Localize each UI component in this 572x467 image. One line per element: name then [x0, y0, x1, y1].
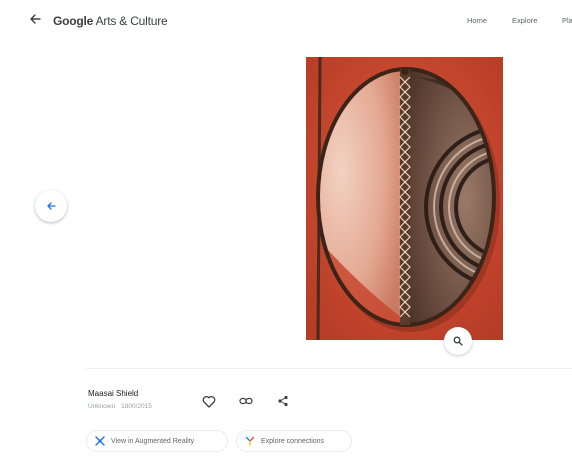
heart-icon: [202, 395, 216, 408]
artwork-meta: Unknown 1800/2015: [88, 403, 152, 410]
brand-google: Google: [53, 14, 94, 28]
explore-connections-label: Explore connections: [261, 437, 325, 445]
maasai-shield-picture: [306, 57, 503, 340]
view-in-ar-label: View in Augmented Reality: [111, 437, 195, 445]
favorite-button[interactable]: [200, 392, 218, 410]
zoom-icon: [453, 336, 463, 346]
copy-link-button[interactable]: [237, 392, 255, 410]
back-arrow-icon: [30, 14, 41, 24]
nav-home[interactable]: Home: [467, 16, 487, 25]
brand-arts-culture: Arts & Culture: [93, 14, 168, 28]
explore-connections-chip[interactable]: Explore connections: [236, 430, 352, 452]
view-in-ar-chip[interactable]: View in Augmented Reality: [86, 430, 228, 452]
artwork-image[interactable]: [306, 57, 503, 340]
nav-explore[interactable]: Explore: [512, 16, 537, 25]
back-button[interactable]: [27, 11, 43, 27]
augmented-reality-icon: [95, 436, 105, 446]
top-bar: Google Arts & Culture Home Explore Pla: [0, 0, 572, 42]
previous-arrow-icon: [47, 202, 56, 210]
brand-logo[interactable]: Google Arts & Culture: [53, 14, 168, 28]
connections-icon: [245, 436, 255, 446]
artwork-title: Maasai Shield: [88, 389, 139, 398]
artwork-date: 1800/2015: [121, 403, 152, 410]
zoom-button[interactable]: [444, 327, 472, 355]
previous-button[interactable]: [35, 190, 67, 222]
nav-play[interactable]: Pla: [562, 16, 572, 25]
artwork-creator[interactable]: Unknown: [88, 403, 115, 410]
share-button[interactable]: [274, 392, 292, 410]
divider: [86, 368, 572, 369]
share-icon: [278, 395, 288, 407]
link-icon: [239, 397, 253, 405]
